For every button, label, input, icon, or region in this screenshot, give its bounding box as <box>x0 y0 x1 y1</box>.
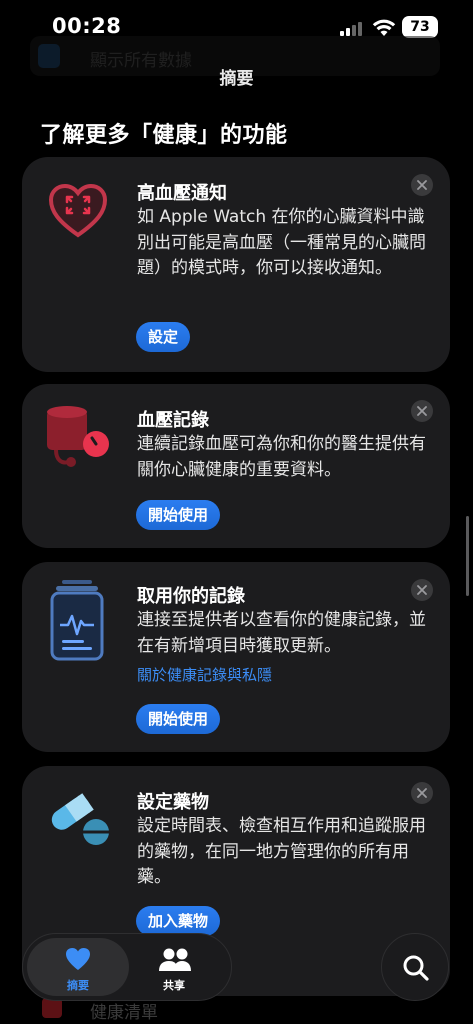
card-title: 取用你的記錄 <box>137 586 245 607</box>
scrollbar[interactable] <box>466 516 469 596</box>
card-blood-pressure-log: 血壓記錄 連續記錄血壓可為你和你的醫生提供有關你心臟健康的重要資料。 開始使用 <box>22 384 450 548</box>
card-body: 連續記錄血壓可為你和你的醫生提供有關你心臟健康的重要資料。 <box>137 434 426 480</box>
card-title: 高血壓通知 <box>137 183 227 204</box>
close-card-button[interactable] <box>411 400 433 422</box>
search-button[interactable] <box>381 933 449 1001</box>
close-card-button[interactable] <box>411 174 433 196</box>
close-icon <box>417 585 427 595</box>
wifi-icon <box>372 19 396 36</box>
close-card-button[interactable] <box>411 782 433 804</box>
health-records-icon <box>50 580 104 661</box>
close-icon <box>417 180 427 190</box>
tab-summary[interactable]: 摘要 <box>27 938 129 996</box>
setup-button[interactable]: 設定 <box>136 322 191 352</box>
heart-icon <box>66 948 90 970</box>
tab-label: 摘要 <box>67 979 89 992</box>
get-started-button[interactable]: 開始使用 <box>136 500 221 530</box>
heart-arrows-icon <box>48 183 108 238</box>
card-high-blood-pressure: 高血壓通知 如 Apple Watch 在你的心臟資料中識別出可能是高血壓（一種… <box>22 157 450 372</box>
cellular-signal-icon <box>340 22 366 36</box>
health-records-privacy-link[interactable]: 關於健康記錄與私隱 <box>137 664 272 685</box>
card-health-records: 取用你的記錄 連接至提供者以查看你的健康記錄，並在有新增項目時獲取更新。 關於健… <box>22 562 450 752</box>
section-title: 了解更多「健康」的功能 <box>40 123 288 148</box>
nav-title: 摘要 <box>219 69 254 89</box>
card-title: 血壓記錄 <box>137 410 209 431</box>
blood-pressure-cuff-icon <box>47 406 109 467</box>
close-card-button[interactable] <box>411 579 433 601</box>
get-started-button[interactable]: 開始使用 <box>136 704 221 734</box>
add-medication-button[interactable]: 加入藥物 <box>136 906 221 936</box>
tab-bar: 摘要 共享 <box>22 933 232 1001</box>
card-body: 如 Apple Watch 在你的心臟資料中識別出可能是高血壓（一種常見的心臟問… <box>137 207 426 278</box>
card-title: 設定藥物 <box>137 792 209 813</box>
tab-sharing[interactable]: 共享 <box>123 938 225 996</box>
search-icon <box>403 955 429 981</box>
close-icon <box>417 406 427 416</box>
battery-indicator: 73 <box>402 16 438 38</box>
people-icon <box>159 948 191 971</box>
close-icon <box>417 788 427 798</box>
card-body: 連接至提供者以查看你的健康記錄，並在有新增項目時獲取更新。 <box>137 610 426 656</box>
behind-tabbar-text: 健康清單 <box>90 1003 158 1023</box>
status-time: 00:28 <box>52 14 122 38</box>
tab-label: 共享 <box>163 979 185 992</box>
pills-icon <box>51 793 109 845</box>
card-body: 設定時間表、檢查相互作用和追蹤服用的藥物，在同一地方管理你的所有用藥。 <box>137 816 426 887</box>
checklist-icon <box>42 998 62 1018</box>
